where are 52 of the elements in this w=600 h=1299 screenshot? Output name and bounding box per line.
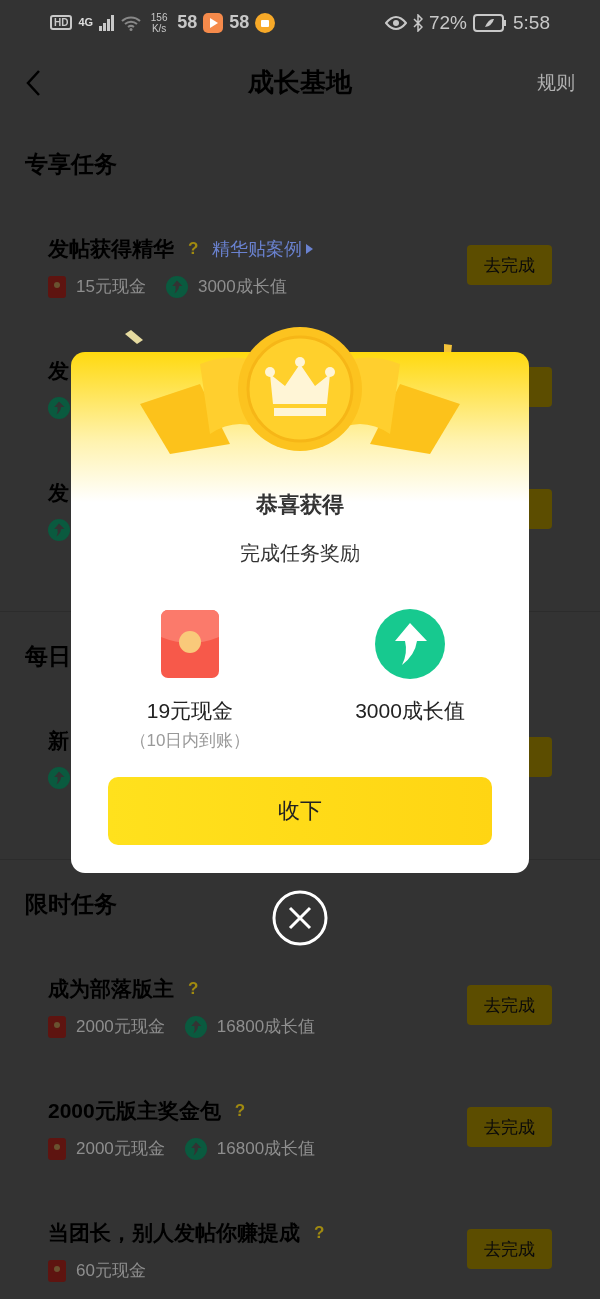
play-app-icon [203, 12, 224, 33]
network-type: 4G [78, 17, 94, 28]
envelope-icon [48, 1259, 66, 1282]
help-mark[interactable]: ? [188, 979, 199, 999]
notification-count: 58 [177, 12, 198, 33]
clock-time: 5:58 [513, 11, 550, 34]
go-complete-button[interactable]: 去完成 [467, 245, 552, 285]
confetti-icon [125, 330, 143, 344]
example-link[interactable]: 精华贴案例 [212, 237, 314, 261]
reward-text: 15元现金 [76, 276, 146, 298]
network-speed: 156 K/s [149, 11, 169, 34]
reward-label: 3000成长值 [355, 698, 465, 724]
arrow-up-circle-icon [184, 1015, 207, 1038]
envelope-icon [48, 275, 66, 298]
bluetooth-icon [413, 13, 423, 32]
notification-count: 58 [229, 12, 250, 33]
reward-text: 16800成长值 [216, 1138, 316, 1160]
envelope-icon [48, 1137, 66, 1160]
go-complete-button[interactable]: 去完成 [467, 1229, 552, 1269]
go-complete-button[interactable]: 去完成 [467, 1107, 552, 1147]
dialog-title: 恭喜获得 [256, 491, 344, 519]
reward-text: 60元现金 [76, 1260, 146, 1282]
accept-button[interactable]: 收下 [108, 777, 492, 845]
wifi-icon [121, 14, 142, 31]
dialog-subtitle: 完成任务奖励 [240, 541, 360, 566]
eye-icon [385, 15, 407, 30]
reward-text: 2000元现金 [76, 1016, 165, 1038]
help-mark[interactable]: ? [188, 239, 199, 259]
envelope-icon [161, 610, 219, 678]
arrow-up-circle-icon [48, 767, 70, 789]
arrow-up-circle-icon [48, 397, 70, 419]
reward-text: 2000元现金 [76, 1138, 165, 1160]
arrow-up-circle-icon [375, 609, 445, 679]
signal-icon [99, 14, 116, 31]
reward-label: 19元现金 [146, 698, 234, 724]
close-button[interactable] [272, 890, 328, 946]
reward-text: 16800成长值 [216, 1016, 316, 1038]
battery-percent: 72% [429, 11, 467, 34]
envelope-icon [48, 1015, 66, 1038]
help-mark[interactable]: ? [234, 1101, 246, 1121]
reward-text: 3000成长值 [197, 276, 287, 298]
help-mark[interactable]: ? [314, 1223, 325, 1243]
battery-icon [473, 13, 507, 32]
reward-note: （10日内到账） [129, 730, 251, 752]
app-circle-icon [255, 12, 276, 33]
caret-icon [306, 244, 314, 254]
arrow-up-circle-icon [184, 1137, 207, 1160]
arrow-up-circle-icon [165, 275, 188, 298]
hd-badge: HD [50, 15, 73, 30]
rules-link[interactable]: 规则 [537, 69, 575, 96]
arrow-up-circle-icon [48, 519, 70, 541]
go-complete-button[interactable]: 去完成 [467, 985, 552, 1025]
